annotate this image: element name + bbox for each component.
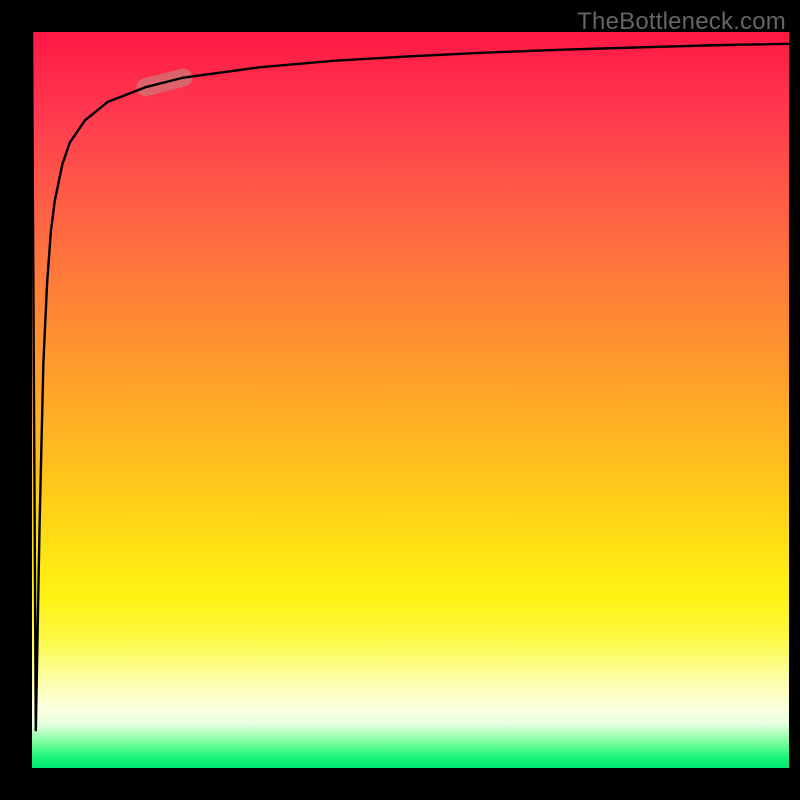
- watermark-text: TheBottleneck.com: [577, 8, 786, 36]
- plot-area: [32, 32, 789, 768]
- gradient-background: [32, 32, 789, 768]
